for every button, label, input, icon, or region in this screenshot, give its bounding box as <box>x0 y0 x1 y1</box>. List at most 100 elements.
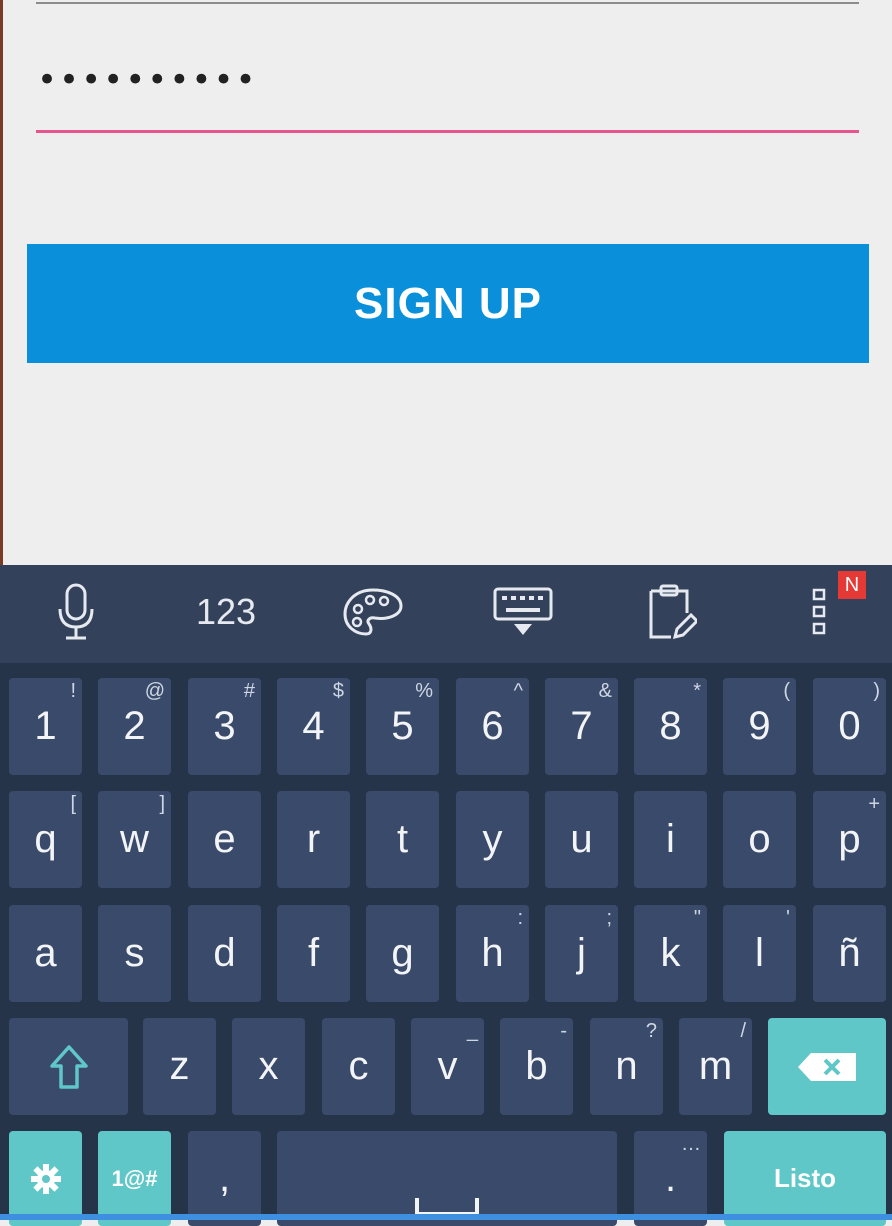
key-secondary-label: # <box>243 680 255 702</box>
key-label: e <box>213 817 236 861</box>
period-key[interactable]: . … <box>634 1131 707 1226</box>
key-label: z <box>169 1044 190 1088</box>
theme-palette-icon[interactable] <box>340 581 406 643</box>
key-label: 8 <box>659 704 682 748</box>
key-p[interactable]: p + <box>813 791 886 888</box>
key-g[interactable]: g <box>366 905 439 1002</box>
more-options-icon[interactable] <box>806 581 834 643</box>
key-label: g <box>391 931 414 975</box>
key-label: ñ <box>838 931 861 975</box>
key-secondary-label: % <box>415 680 433 702</box>
key-label: x <box>258 1044 279 1088</box>
key-t[interactable]: t <box>366 791 439 888</box>
key-e[interactable]: e <box>188 791 261 888</box>
comma-key[interactable]: , <box>188 1131 261 1226</box>
key-digit-3[interactable]: 3 # <box>188 678 261 775</box>
key-label: l <box>755 931 764 975</box>
key-d[interactable]: d <box>188 905 261 1002</box>
key-secondary-label: $ <box>332 680 344 702</box>
key-digit-5[interactable]: 5% <box>366 678 439 775</box>
key-v[interactable]: v _ <box>411 1018 484 1115</box>
key-j[interactable]: j; <box>545 905 618 1002</box>
key-f[interactable]: f <box>277 905 350 1002</box>
key-digit-9[interactable]: 9( <box>723 678 796 775</box>
key-label: s <box>124 931 145 975</box>
key-digit-1[interactable]: 1! <box>9 678 82 775</box>
key-o[interactable]: o <box>723 791 796 888</box>
key-c[interactable]: c <box>322 1018 395 1115</box>
key-digit-2[interactable]: 2 @ <box>98 678 171 775</box>
key-n[interactable]: n? <box>590 1018 663 1115</box>
key-digit-8[interactable]: 8 * <box>634 678 707 775</box>
key-label: m <box>698 1044 733 1088</box>
key-label: q <box>34 817 57 861</box>
key-w[interactable]: w] <box>98 791 171 888</box>
hide-keyboard-icon[interactable] <box>490 581 556 643</box>
key-s[interactable]: s <box>98 905 171 1002</box>
key-secondary-label: + <box>868 793 880 815</box>
period-key-label: . <box>664 1156 677 1200</box>
key-digit-0[interactable]: 0) <box>813 678 886 775</box>
key-label: 7 <box>570 704 593 748</box>
sign-up-button[interactable]: SIGN UP <box>27 244 869 363</box>
shift-key[interactable] <box>9 1018 128 1115</box>
microphone-icon[interactable] <box>45 581 107 643</box>
key-l[interactable]: l ' <box>723 905 796 1002</box>
key-secondary-label: / <box>740 1020 746 1042</box>
previous-field-underline <box>36 2 859 4</box>
key-digit-6[interactable]: 6 ^ <box>456 678 529 775</box>
symbols-key[interactable]: 1@# <box>98 1131 171 1226</box>
key-a[interactable]: a <box>9 905 82 1002</box>
key-h[interactable]: h: <box>456 905 529 1002</box>
key-r[interactable]: r <box>277 791 350 888</box>
settings-gear-icon[interactable] <box>9 1131 82 1226</box>
key-y[interactable]: y <box>456 791 529 888</box>
key-secondary-label: " <box>693 907 701 929</box>
key-secondary-label: ; <box>606 907 612 929</box>
key-label: o <box>748 817 771 861</box>
done-key[interactable]: Listo <box>724 1131 886 1226</box>
key-secondary-label: [ <box>70 793 76 815</box>
key-u[interactable]: u <box>545 791 618 888</box>
key-secondary-label: : <box>517 907 523 929</box>
key-label: c <box>348 1044 369 1088</box>
password-field[interactable]: •••••••••• <box>37 60 258 100</box>
period-key-secondary: … <box>681 1133 701 1155</box>
key-digit-7[interactable]: 7 & <box>545 678 618 775</box>
numeric-keyboard-button[interactable]: 123 <box>186 581 266 643</box>
key-z[interactable]: z <box>143 1018 216 1115</box>
backspace-key[interactable] <box>768 1018 886 1115</box>
key-label: 0 <box>838 704 861 748</box>
space-key[interactable] <box>277 1131 617 1226</box>
key-label: a <box>34 931 57 975</box>
key-secondary-label: @ <box>144 680 165 702</box>
key-ñ[interactable]: ñ <box>813 905 886 1002</box>
password-field-underline <box>36 130 859 133</box>
key-label: j <box>577 931 586 975</box>
key-secondary-label: & <box>598 680 612 702</box>
key-digit-4[interactable]: 4 $ <box>277 678 350 775</box>
key-b[interactable]: b- <box>500 1018 573 1115</box>
key-q[interactable]: q[ <box>9 791 82 888</box>
bottom-edge-strip <box>0 1214 892 1220</box>
key-label: 6 <box>481 704 504 748</box>
key-k[interactable]: k " <box>634 905 707 1002</box>
key-label: 1 <box>34 704 57 748</box>
key-label: 9 <box>748 704 771 748</box>
clipboard-icon[interactable] <box>638 581 700 643</box>
key-label: b <box>525 1044 548 1088</box>
key-label: f <box>307 931 320 975</box>
key-label: p <box>838 817 861 861</box>
key-label: v <box>437 1044 458 1088</box>
key-label: u <box>570 817 593 861</box>
soft-keyboard: 123 N 1! 2 @3 #4 $5% 6 ^ 7 & 8 * 9(0) q[w] e r t y u i o p + a… <box>0 565 892 1226</box>
key-label: k <box>660 931 681 975</box>
key-m[interactable]: m / <box>679 1018 752 1115</box>
key-x[interactable]: x <box>232 1018 305 1115</box>
key-label: t <box>396 817 409 861</box>
key-secondary-label: ( <box>783 680 790 702</box>
key-label: r <box>306 817 321 861</box>
key-label: 5 <box>391 704 414 748</box>
key-label: i <box>666 817 675 861</box>
key-i[interactable]: i <box>634 791 707 888</box>
